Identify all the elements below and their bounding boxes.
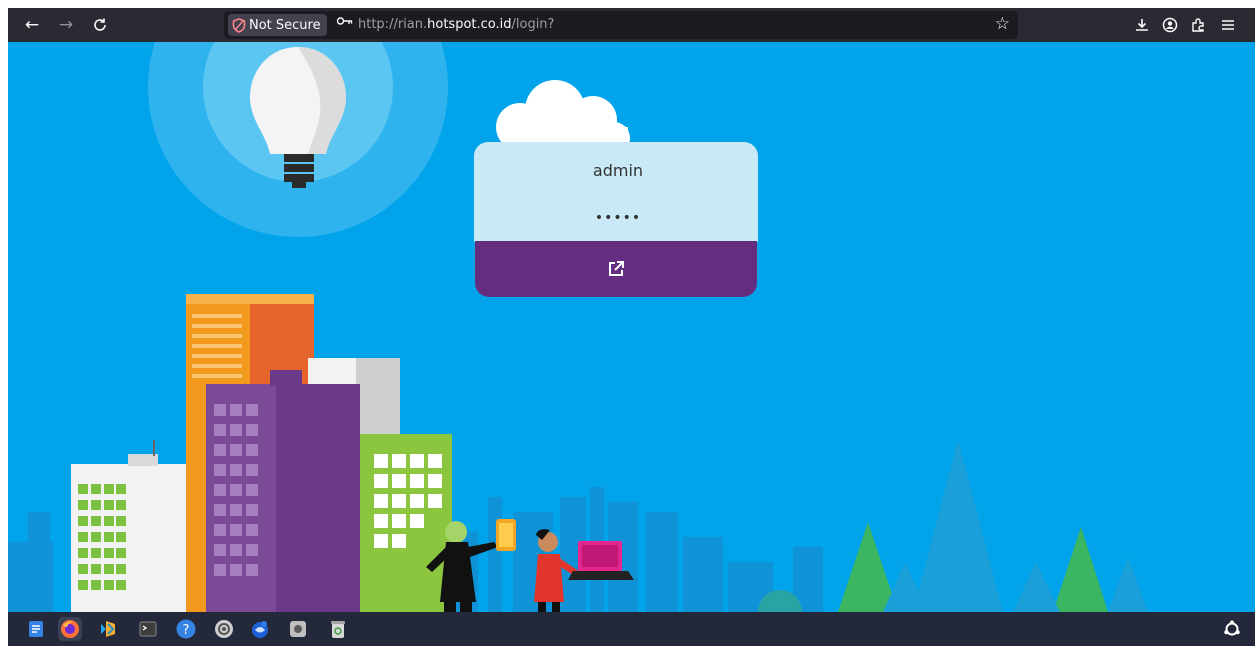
url-text[interactable]: http://rian.hotspot.co.id/login? [358, 17, 554, 32]
extensions-button[interactable] [1186, 13, 1210, 37]
svg-text:?: ? [183, 623, 190, 638]
url-path: /login? [511, 17, 555, 32]
menu-button[interactable] [1216, 13, 1240, 37]
reload-icon [94, 18, 106, 31]
url-host: hotspot.co.id [427, 17, 512, 32]
downloads-button[interactable] [1130, 13, 1154, 37]
login-fields-panel [474, 142, 758, 242]
not-secure-label: Not Secure [249, 17, 321, 33]
vscode-icon[interactable] [96, 617, 120, 641]
site-security-indicator[interactable]: Not Secure [228, 14, 327, 36]
back-arrow-icon: ← [24, 15, 40, 35]
login-submit-button[interactable] [475, 241, 757, 297]
thunderbird-icon[interactable] [248, 617, 272, 641]
url-scheme: http://rian. [358, 17, 428, 32]
terminal-icon[interactable] [136, 617, 160, 641]
hotspot-login-page [8, 42, 1255, 612]
password-input[interactable] [494, 202, 742, 234]
settings-icon[interactable] [212, 617, 236, 641]
firefox-icon[interactable] [58, 617, 82, 641]
external-link-icon [609, 261, 624, 276]
forward-arrow-icon: → [58, 15, 74, 35]
browser-window: ← → Not Secure http://rian.hotspot.co.id [8, 0, 1255, 646]
address-bar[interactable]: Not Secure http://rian.hotspot.co.id/log… [224, 11, 1018, 39]
login-form [474, 142, 758, 297]
reload-button[interactable] [88, 13, 112, 37]
help-icon[interactable]: ? [174, 617, 198, 641]
browser-toolbar: ← → Not Secure http://rian.hotspot.co.id [8, 8, 1255, 42]
menu-icon [1222, 20, 1234, 30]
key-icon[interactable] [336, 15, 354, 31]
account-icon [1162, 17, 1178, 33]
ubuntu-logo-icon[interactable] [1220, 617, 1244, 641]
username-input[interactable] [494, 154, 742, 186]
bookmark-star-icon[interactable]: ☆ [995, 14, 1010, 34]
app-icon[interactable] [286, 617, 310, 641]
back-button[interactable]: ← [20, 13, 44, 37]
account-button[interactable] [1158, 13, 1182, 37]
text-editor-icon[interactable] [24, 617, 48, 641]
background-illustration [8, 42, 1148, 612]
forward-button[interactable]: → [54, 13, 78, 37]
trash-icon[interactable] [326, 617, 350, 641]
extensions-icon [1192, 18, 1204, 32]
desktop-taskbar: ? [8, 612, 1255, 646]
shield-warning-icon [232, 17, 246, 33]
downloads-icon [1136, 19, 1148, 31]
